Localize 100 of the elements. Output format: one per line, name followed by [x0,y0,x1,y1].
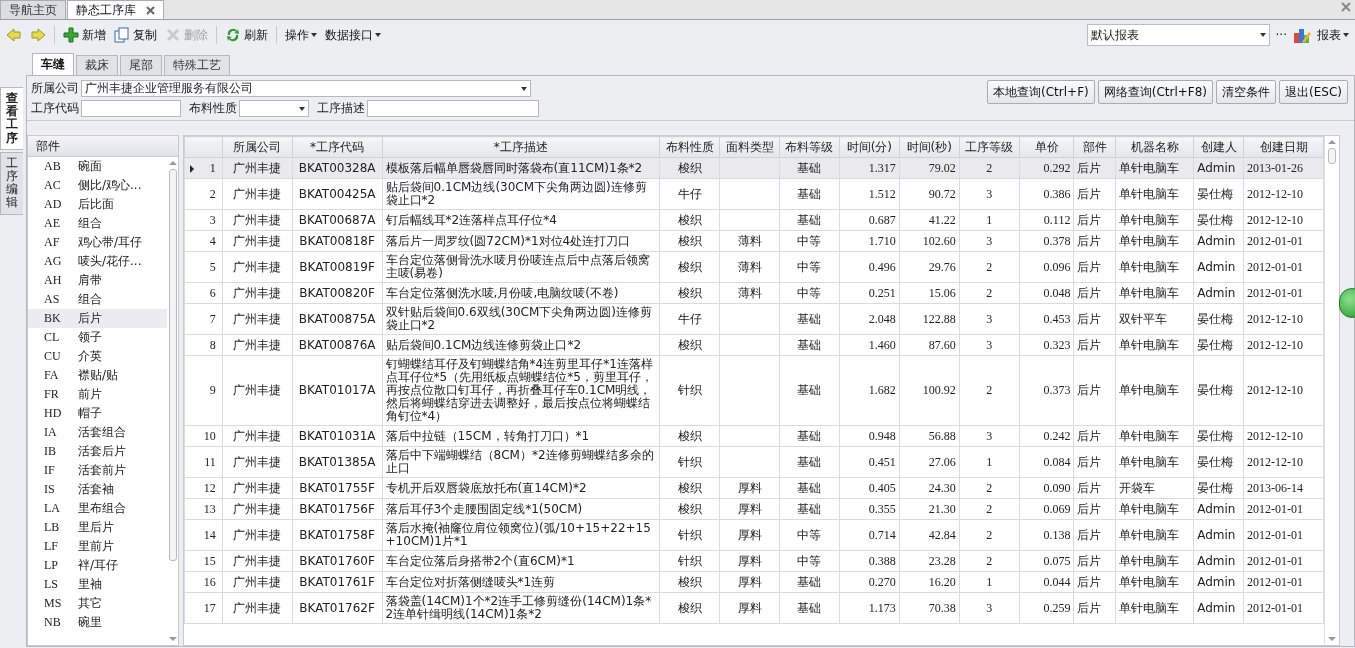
scrollbar[interactable] [1324,136,1339,645]
tab[interactable]: 车缝 [32,53,74,75]
table-cell: 后片 [1073,209,1116,231]
table-cell: 100.92 [899,355,960,426]
column-header[interactable]: *工序描述 [382,136,660,158]
side-tab[interactable]: 查看工序 [0,87,23,150]
column-header[interactable]: 时间(秒) [899,136,960,158]
table-cell: 单针电脑车 [1115,571,1194,593]
column-header[interactable]: 部件 [1073,136,1116,158]
add-button[interactable]: 新增 [61,24,108,46]
table-cell: 车台定位落侧洗水唛,月份唛,电脑纹唛(不卷) [382,282,660,304]
table-cell: 广州丰捷 [222,230,293,252]
part-item[interactable]: IF 活套前片 [28,461,167,480]
part-item[interactable]: LB 里后片 [28,518,167,537]
column-header[interactable]: 布料性质 [659,136,720,158]
column-header[interactable]: 创建人 [1193,136,1244,158]
query-button[interactable]: 本地查询(Ctrl+F) [987,80,1095,104]
forward-arrow-button[interactable] [28,25,48,45]
part-item[interactable]: AH 肩带 [28,271,167,290]
row-number[interactable]: 4 [184,230,223,252]
query-button[interactable]: 网络查询(Ctrl+F8) [1097,80,1214,104]
document-tab[interactable]: 静态工序库 [67,0,164,19]
refresh-button[interactable]: 刷新 [223,24,270,46]
table-cell: 落后中拉链（15CM，转角打刀口）*1 [382,425,660,447]
table-cell: 梭织 [659,251,720,283]
part-item[interactable]: FA 襟贴/贴 [28,366,167,385]
copy-button[interactable]: 复制 [112,24,159,46]
part-item[interactable]: LA 里布组合 [28,499,167,518]
query-button[interactable]: 退出(ESC) [1279,80,1348,104]
row-number[interactable]: 17 [184,592,223,624]
row-number[interactable]: 1 [184,157,223,179]
input-field[interactable] [81,100,181,117]
side-tab[interactable]: 工序编辑 [0,151,23,215]
back-arrow-button[interactable] [4,25,24,45]
row-number[interactable]: 2 [184,178,223,210]
column-header[interactable]: *工序代码 [292,136,383,158]
part-item[interactable]: LS 里袖 [28,575,167,594]
column-header[interactable]: 机器名称 [1115,136,1194,158]
part-item[interactable]: FR 前片 [28,385,167,404]
column-header[interactable]: 时间(分) [839,136,900,158]
part-item[interactable]: HD 帽子 [28,404,167,423]
report-menu-button[interactable]: 报表 [1315,24,1351,46]
close-icon[interactable] [1341,2,1351,12]
column-header[interactable]: 单价 [1019,136,1074,158]
tab[interactable]: 裁床 [76,55,118,75]
document-tab[interactable]: 导航主页 [0,0,66,19]
part-item[interactable]: CL 领子 [28,328,167,347]
row-number[interactable]: 7 [184,303,223,335]
table-cell: 梭织 [659,209,720,231]
part-item[interactable]: IS 活套袖 [28,480,167,499]
dropdown-field[interactable]: 广州丰捷企业管理服务有限公司 [81,80,531,97]
table-cell: 42.84 [899,519,960,551]
row-number[interactable]: 16 [184,571,223,593]
input-field[interactable] [367,100,539,117]
part-item[interactable]: CU 介英 [28,347,167,366]
row-number[interactable]: 10 [184,425,223,447]
part-item[interactable]: AD 后比面 [28,195,167,214]
part-item[interactable]: AS 组合 [28,290,167,309]
part-item[interactable]: AC 侧比/鸡心... [28,176,167,195]
part-item[interactable]: IA 活套组合 [28,423,167,442]
more-button[interactable]: ··· [1273,26,1289,44]
row-number[interactable]: 6 [184,282,223,304]
table-cell: 落后耳仔3个走腰围固定线*1(50CM) [382,498,660,520]
part-item[interactable]: AF 鸡心带/耳仔 [28,233,167,252]
table-cell: 基础 [779,592,840,624]
row-number[interactable]: 15 [184,550,223,572]
query-button[interactable]: 清空条件 [1216,80,1277,104]
tab[interactable]: 尾部 [120,55,162,75]
part-item[interactable]: BK 后片 [28,309,167,328]
row-number[interactable]: 9 [184,355,223,426]
table-cell: 0.138 [1019,519,1074,551]
row-number[interactable]: 12 [184,477,223,499]
table-cell: 晏仕梅 [1193,303,1244,335]
part-item[interactable]: IB 活套后片 [28,442,167,461]
row-number[interactable]: 3 [184,209,223,231]
part-item[interactable]: AE 组合 [28,214,167,233]
column-header[interactable]: 工序等级 [959,136,1020,158]
part-item[interactable]: LF 里前片 [28,537,167,556]
column-header[interactable]: 布料等级 [779,136,840,158]
report-select[interactable]: 默认报表 [1086,24,1270,46]
row-number[interactable]: 13 [184,498,223,520]
menu-button[interactable]: 数据接口 [323,24,383,46]
part-item[interactable]: AG 唛头/花仔... [28,252,167,271]
tab[interactable]: 特殊工艺 [164,55,230,75]
part-item[interactable]: NB 碗里 [28,613,167,632]
column-header[interactable]: 创建日期 [1243,136,1324,158]
column-header[interactable]: 所属公司 [222,136,293,158]
row-number[interactable]: 14 [184,519,223,551]
row-number[interactable]: 8 [184,334,223,356]
part-item[interactable]: AB 碗面 [28,157,167,176]
menu-button[interactable]: 操作 [283,24,319,46]
row-number[interactable]: 11 [184,446,223,478]
table-cell: 0.270 [839,571,900,593]
row-number[interactable]: 5 [184,251,223,283]
part-item[interactable]: MS 其它 [28,594,167,613]
part-item[interactable]: LP 袢/耳仔 [28,556,167,575]
dropdown-field[interactable] [239,100,309,117]
column-header[interactable]: 面料类型 [719,136,780,158]
table-cell: 广州丰捷 [222,178,293,210]
table-cell: BKAT01385A [292,446,383,478]
